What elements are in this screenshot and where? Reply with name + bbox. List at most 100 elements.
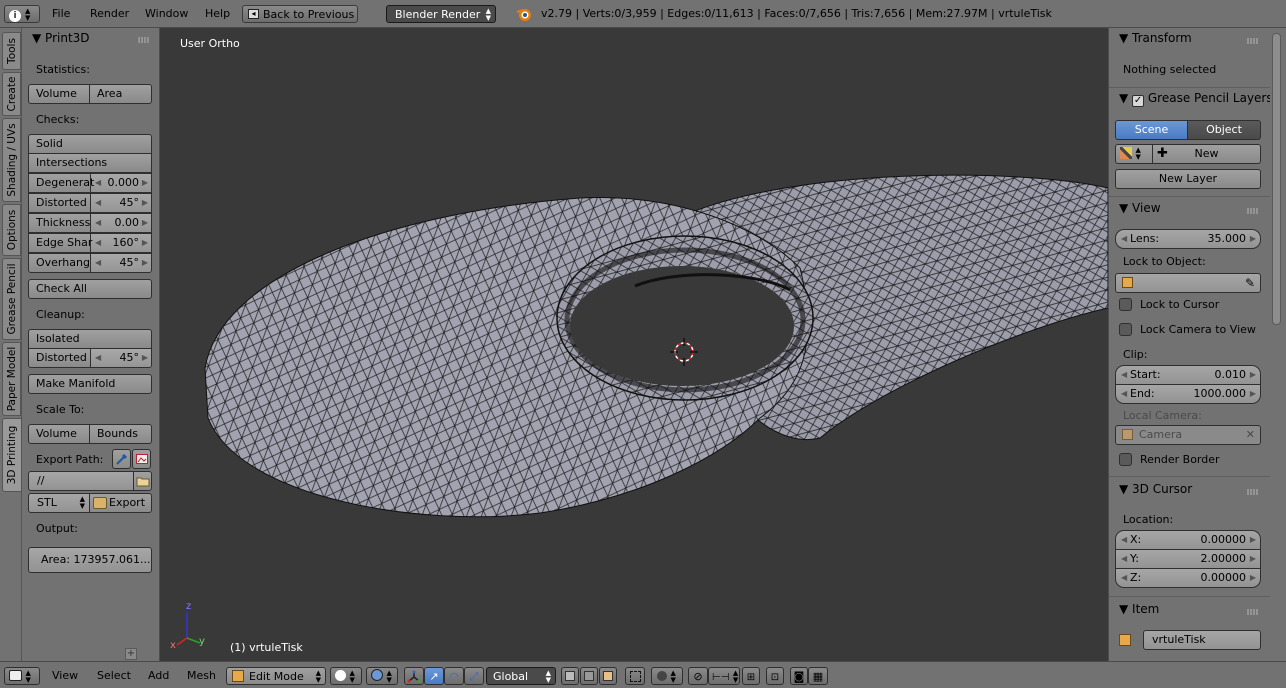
overlay-toggle[interactable]: ⊡	[766, 667, 784, 685]
arrow-right-icon: ▶	[141, 238, 148, 247]
editor-type-button[interactable]: ▲ ▼	[4, 667, 40, 685]
snap-target-toggle[interactable]: ⊞	[742, 667, 760, 685]
open-folder-button[interactable]	[132, 449, 151, 469]
menu-add[interactable]: Add	[148, 667, 169, 685]
new-layer-button[interactable]: New Layer	[1115, 169, 1261, 189]
clip-end-field[interactable]: ◀ End: 1000.000 ▶	[1115, 384, 1261, 404]
close-icon[interactable]: ✕	[1246, 426, 1255, 444]
solid-check-button[interactable]: Solid	[28, 134, 152, 154]
snap-toggle[interactable]: ⊘	[688, 667, 708, 685]
degenerate-check-field[interactable]: Degenerat ◀ 0.000 ▶	[28, 173, 152, 193]
intersections-check-button[interactable]: Intersections	[28, 153, 152, 173]
lock-to-cursor-checkbox[interactable]	[1119, 298, 1132, 311]
render-still-button[interactable]: ◙	[790, 667, 808, 685]
scene-toggle-button[interactable]: Scene	[1115, 120, 1188, 140]
proportional-select[interactable]: ▲ ▼	[651, 667, 683, 685]
tab-tools[interactable]: Tools	[2, 32, 21, 70]
isolated-button[interactable]: Isolated	[28, 329, 152, 349]
file-browse-button[interactable]	[133, 471, 152, 491]
distorted-check-field[interactable]: Distorted ◀ 45° ▶	[28, 193, 152, 213]
edge-select-mode[interactable]	[580, 667, 598, 685]
drag-grip-icon[interactable]	[1247, 609, 1259, 615]
mode-select[interactable]: Edit Mode ▲ ▼	[226, 667, 326, 685]
drag-grip-icon[interactable]	[1247, 208, 1259, 214]
edge-sharp-check-field[interactable]: Edge Shar ◀ 160° ▶	[28, 233, 152, 253]
grease-enable-checkbox[interactable]: ✓	[1132, 95, 1145, 107]
snap-element-select[interactable]: ⊢⊣ ▲ ▼	[708, 667, 740, 685]
drag-grip-icon[interactable]	[1247, 489, 1259, 495]
edge-mode-icon	[584, 671, 594, 681]
3d-viewport[interactable]: User Ortho z y x (1) vrtuleTisk	[160, 28, 1108, 661]
menu-view[interactable]: View	[52, 667, 78, 685]
scale-toggle[interactable]: ⤢	[464, 667, 484, 685]
export-path-input[interactable]: //	[28, 471, 134, 491]
thickness-check-field[interactable]: Thickness ◀ 0.00 ▶	[28, 213, 152, 233]
lens-field[interactable]: ◀ Lens: 35.000 ▶	[1115, 229, 1261, 249]
menu-window[interactable]: Window	[139, 5, 194, 23]
thickness-check-label: Thickness	[29, 214, 91, 232]
editor-type-button[interactable]: i ▲ ▼	[4, 5, 40, 23]
local-camera-input[interactable]: Camera ✕	[1115, 425, 1261, 445]
grease-data-select[interactable]: ▲ ▼	[1115, 144, 1153, 164]
export-button[interactable]: Export	[89, 493, 152, 513]
render-animation-button[interactable]: ▦	[808, 667, 828, 685]
tab-3d-printing[interactable]: 3D Printing	[2, 418, 21, 492]
render-engine-select[interactable]: Blender Render ▲ ▼	[386, 5, 496, 23]
3d-cursor-header[interactable]: ▼ 3D Cursor	[1119, 481, 1192, 497]
tab-create[interactable]: Create	[2, 72, 21, 116]
menu-file[interactable]: File	[46, 5, 76, 23]
tab-grease-pencil[interactable]: Grease Pencil	[2, 258, 21, 340]
cursor-y-field[interactable]: ◀ Y: 2.00000 ▶	[1115, 549, 1261, 569]
volume-button[interactable]: Volume	[28, 84, 90, 104]
view-header[interactable]: ▼ View	[1119, 200, 1161, 216]
item-name-input[interactable]: vrtuleTisk	[1143, 630, 1261, 650]
menu-render[interactable]: Render	[84, 5, 135, 23]
menu-select[interactable]: Select	[97, 667, 131, 685]
limit-selection-toggle[interactable]	[625, 667, 645, 685]
cube-icon	[1122, 277, 1133, 288]
eyedropper-icon[interactable]: ✎	[1245, 274, 1255, 292]
rotate-toggle[interactable]: ◠	[444, 667, 464, 685]
menu-mesh[interactable]: Mesh	[187, 667, 216, 685]
grease-pencil-header[interactable]: ▼ ✓ Grease Pencil Layers	[1119, 90, 1270, 107]
translate-toggle[interactable]: ↗	[424, 667, 444, 685]
object-toggle-button[interactable]: Object	[1187, 120, 1261, 140]
cursor-x-field[interactable]: ◀ X: 0.00000 ▶	[1115, 530, 1261, 550]
properties-scroll-thumb[interactable]	[1272, 33, 1281, 325]
eyedropper-button[interactable]	[112, 449, 131, 469]
item-header[interactable]: ▼ Item	[1119, 601, 1159, 617]
transform-header[interactable]: ▼ Transform	[1119, 30, 1192, 46]
render-border-checkbox[interactable]	[1119, 453, 1132, 466]
check-all-button[interactable]: Check All	[28, 279, 152, 299]
lock-object-input[interactable]: ✎	[1115, 273, 1261, 293]
tab-paper-model[interactable]: Paper Model	[2, 342, 21, 416]
arrow-icon: ↗	[429, 670, 439, 683]
tab-shading-uvs[interactable]: Shading / UVs	[2, 118, 21, 202]
cursor-z-field[interactable]: ◀ Z: 0.00000 ▶	[1115, 568, 1261, 588]
clip-start-field[interactable]: ◀ Start: 0.010 ▶	[1115, 365, 1261, 385]
drag-grip-icon[interactable]	[1247, 38, 1259, 44]
make-manifold-button[interactable]: Make Manifold	[28, 374, 152, 394]
manipulator-toggle[interactable]	[404, 667, 424, 685]
overhang-check-field[interactable]: Overhang ◀ 45° ▶	[28, 253, 152, 273]
cleanup-distorted-field[interactable]: Distorted ◀ 45° ▶	[28, 348, 152, 368]
orientation-select[interactable]: Global ▲ ▼	[486, 667, 556, 685]
shading-select[interactable]: ▲ ▼	[330, 667, 362, 685]
distorted-check-label: Distorted	[29, 194, 91, 212]
tab-options[interactable]: Options	[2, 204, 21, 256]
pivot-select[interactable]: ▲ ▼	[366, 667, 398, 685]
area-button[interactable]: Area	[89, 84, 152, 104]
scale-bounds-button[interactable]: Bounds	[89, 424, 152, 444]
menu-help[interactable]: Help	[199, 5, 236, 23]
new-grease-button[interactable]: ✚ New	[1152, 144, 1261, 164]
lock-camera-checkbox[interactable]	[1119, 323, 1132, 336]
vertex-select-mode[interactable]	[561, 667, 579, 685]
add-panel-icon[interactable]: +	[125, 648, 137, 660]
print3d-header[interactable]: ▼ Print3D	[32, 30, 90, 46]
face-select-mode[interactable]	[599, 667, 617, 685]
scale-volume-button[interactable]: Volume	[28, 424, 90, 444]
limit-selection-icon	[629, 671, 641, 682]
back-to-previous-button[interactable]: ◂ Back to Previous	[242, 5, 358, 23]
drag-grip-icon[interactable]	[138, 37, 150, 43]
export-format-select[interactable]: STL ▲ ▼	[28, 493, 90, 513]
